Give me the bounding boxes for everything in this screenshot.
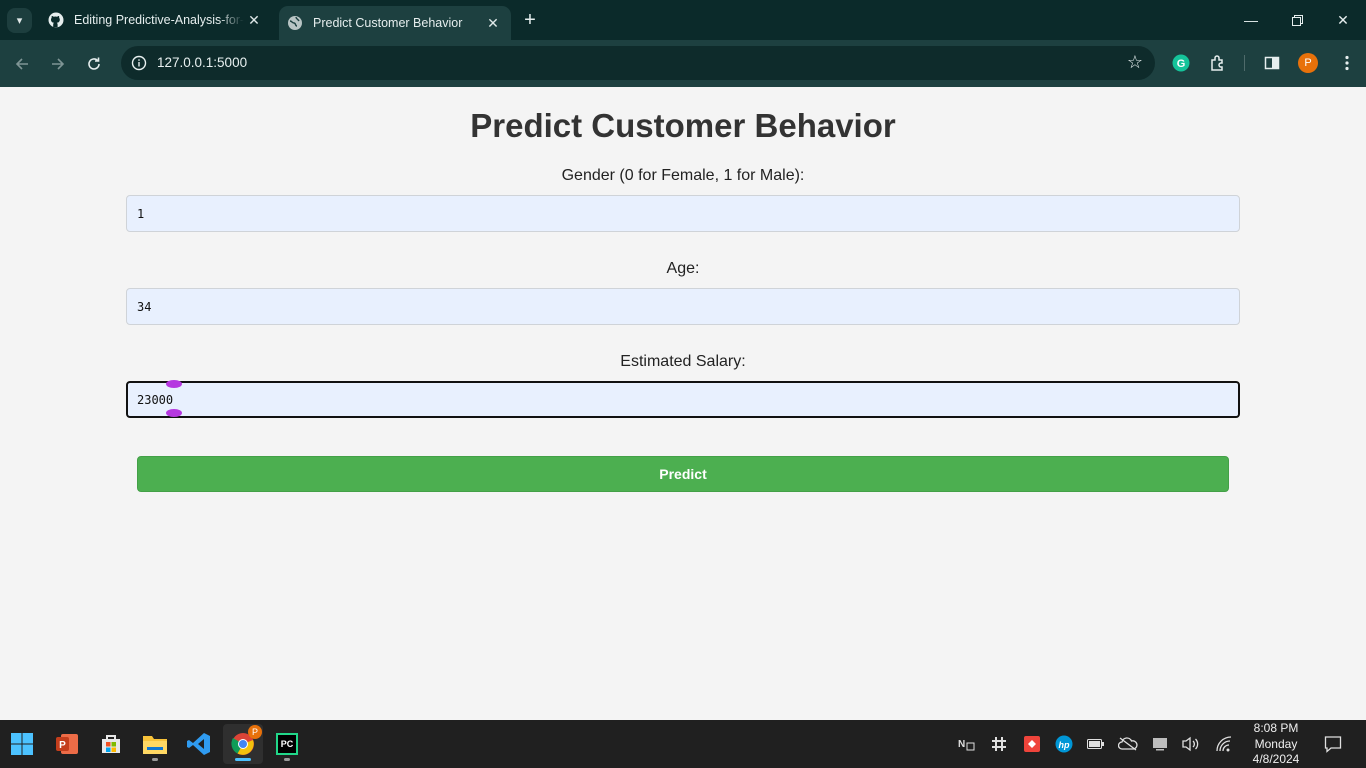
- pycharm-label: PC: [280, 739, 294, 749]
- more-menu-icon[interactable]: [1336, 52, 1358, 74]
- svg-text:N: N: [958, 739, 965, 750]
- side-panel-icon[interactable]: [1261, 52, 1283, 74]
- tab-title: Predict Customer Behavior: [313, 16, 463, 30]
- new-tab-plus-icon[interactable]: +: [519, 10, 541, 32]
- taskbar-clock[interactable]: 8:08 PM Monday 4/8/2024: [1244, 721, 1308, 768]
- chrome-profile-badge: P: [248, 725, 262, 739]
- browser-toolbar: 127.0.0.1:5000 ☆ G P: [0, 40, 1366, 87]
- bookmark-star-icon[interactable]: ☆: [1127, 52, 1143, 73]
- anydesk-tray-icon[interactable]: [1020, 732, 1044, 756]
- avatar: P: [1298, 53, 1318, 73]
- tab-predict[interactable]: Predict Customer Behavior ✕: [279, 6, 511, 40]
- powerpoint-icon[interactable]: P: [47, 724, 87, 764]
- slack-tray-icon[interactable]: [987, 732, 1011, 756]
- wifi-icon[interactable]: [1212, 732, 1236, 756]
- globe-icon: [287, 15, 303, 31]
- age-label: Age:: [666, 260, 700, 277]
- tab-title: Editing Predictive-Analysis-for-: [74, 13, 244, 27]
- close-window-icon[interactable]: ✕: [1320, 0, 1366, 40]
- store-icon[interactable]: [91, 724, 131, 764]
- page-content: Predict Customer Behavior Gender (0 for …: [0, 87, 1366, 720]
- restore-icon[interactable]: [1274, 0, 1320, 40]
- gender-label: Gender (0 for Female, 1 for Male):: [561, 167, 805, 184]
- grammarly-icon[interactable]: G: [1170, 52, 1192, 74]
- hp-tray-icon[interactable]: hp: [1052, 732, 1076, 756]
- site-info-icon[interactable]: [129, 53, 149, 73]
- pycharm-logo: PC: [276, 733, 298, 755]
- salary-input[interactable]: 23000: [126, 381, 1240, 418]
- close-tab-icon[interactable]: ✕: [483, 13, 503, 33]
- minimize-icon[interactable]: —: [1228, 0, 1274, 40]
- text-selection-handle-bottom[interactable]: [166, 409, 182, 417]
- display-tray-icon[interactable]: [1148, 732, 1172, 756]
- svg-text:P: P: [59, 740, 66, 751]
- pycharm-icon[interactable]: PC: [267, 724, 307, 764]
- extensions-puzzle-icon[interactable]: [1207, 52, 1229, 74]
- age-value: 34: [137, 299, 152, 314]
- windows-taskbar: P P PC N hp: [0, 720, 1366, 768]
- page-title: Predict Customer Behavior: [470, 107, 896, 144]
- onenote-tray-icon[interactable]: N: [955, 732, 979, 756]
- age-input[interactable]: 34: [126, 288, 1240, 325]
- running-indicator: [152, 758, 158, 761]
- chrome-icon[interactable]: P: [223, 724, 263, 764]
- salary-value: 23000: [137, 392, 174, 407]
- volume-icon[interactable]: [1179, 732, 1203, 756]
- notifications-icon[interactable]: [1321, 732, 1345, 756]
- clock-time: 8:08 PM: [1253, 721, 1299, 735]
- file-explorer-icon[interactable]: [135, 724, 175, 764]
- clock-date: 4/8/2024: [1252, 752, 1300, 766]
- tab-search-chevron-icon[interactable]: ▾: [7, 8, 32, 33]
- text-selection-handle-top[interactable]: [166, 380, 182, 388]
- toolbar-divider: [1244, 55, 1245, 71]
- vscode-icon[interactable]: [179, 724, 219, 764]
- url-text: 127.0.0.1:5000: [157, 55, 248, 70]
- tab-strip: ▾ Editing Predictive-Analysis-for- ✕ Pre…: [0, 0, 1366, 40]
- tab-github[interactable]: Editing Predictive-Analysis-for- ✕: [34, 0, 272, 40]
- onedrive-offline-icon[interactable]: [1116, 732, 1140, 756]
- svg-text:hp: hp: [1059, 740, 1070, 750]
- gender-input[interactable]: 1: [126, 195, 1240, 232]
- svg-text:G: G: [1177, 58, 1186, 70]
- start-icon[interactable]: [2, 724, 42, 764]
- close-tab-icon[interactable]: ✕: [244, 10, 264, 30]
- back-arrow-icon[interactable]: [9, 51, 35, 77]
- battery-icon[interactable]: [1084, 732, 1108, 756]
- profile-avatar[interactable]: P: [1297, 52, 1319, 74]
- address-bar[interactable]: 127.0.0.1:5000 ☆: [121, 46, 1155, 80]
- predict-button[interactable]: Predict: [137, 456, 1229, 492]
- reload-icon[interactable]: [81, 51, 107, 77]
- github-icon: [48, 12, 64, 28]
- gender-value: 1: [137, 206, 145, 221]
- running-indicator: [284, 758, 290, 761]
- running-indicator: [235, 758, 251, 761]
- salary-label: Estimated Salary:: [620, 353, 746, 370]
- forward-arrow-icon[interactable]: [45, 51, 71, 77]
- clock-day: Monday: [1254, 736, 1298, 751]
